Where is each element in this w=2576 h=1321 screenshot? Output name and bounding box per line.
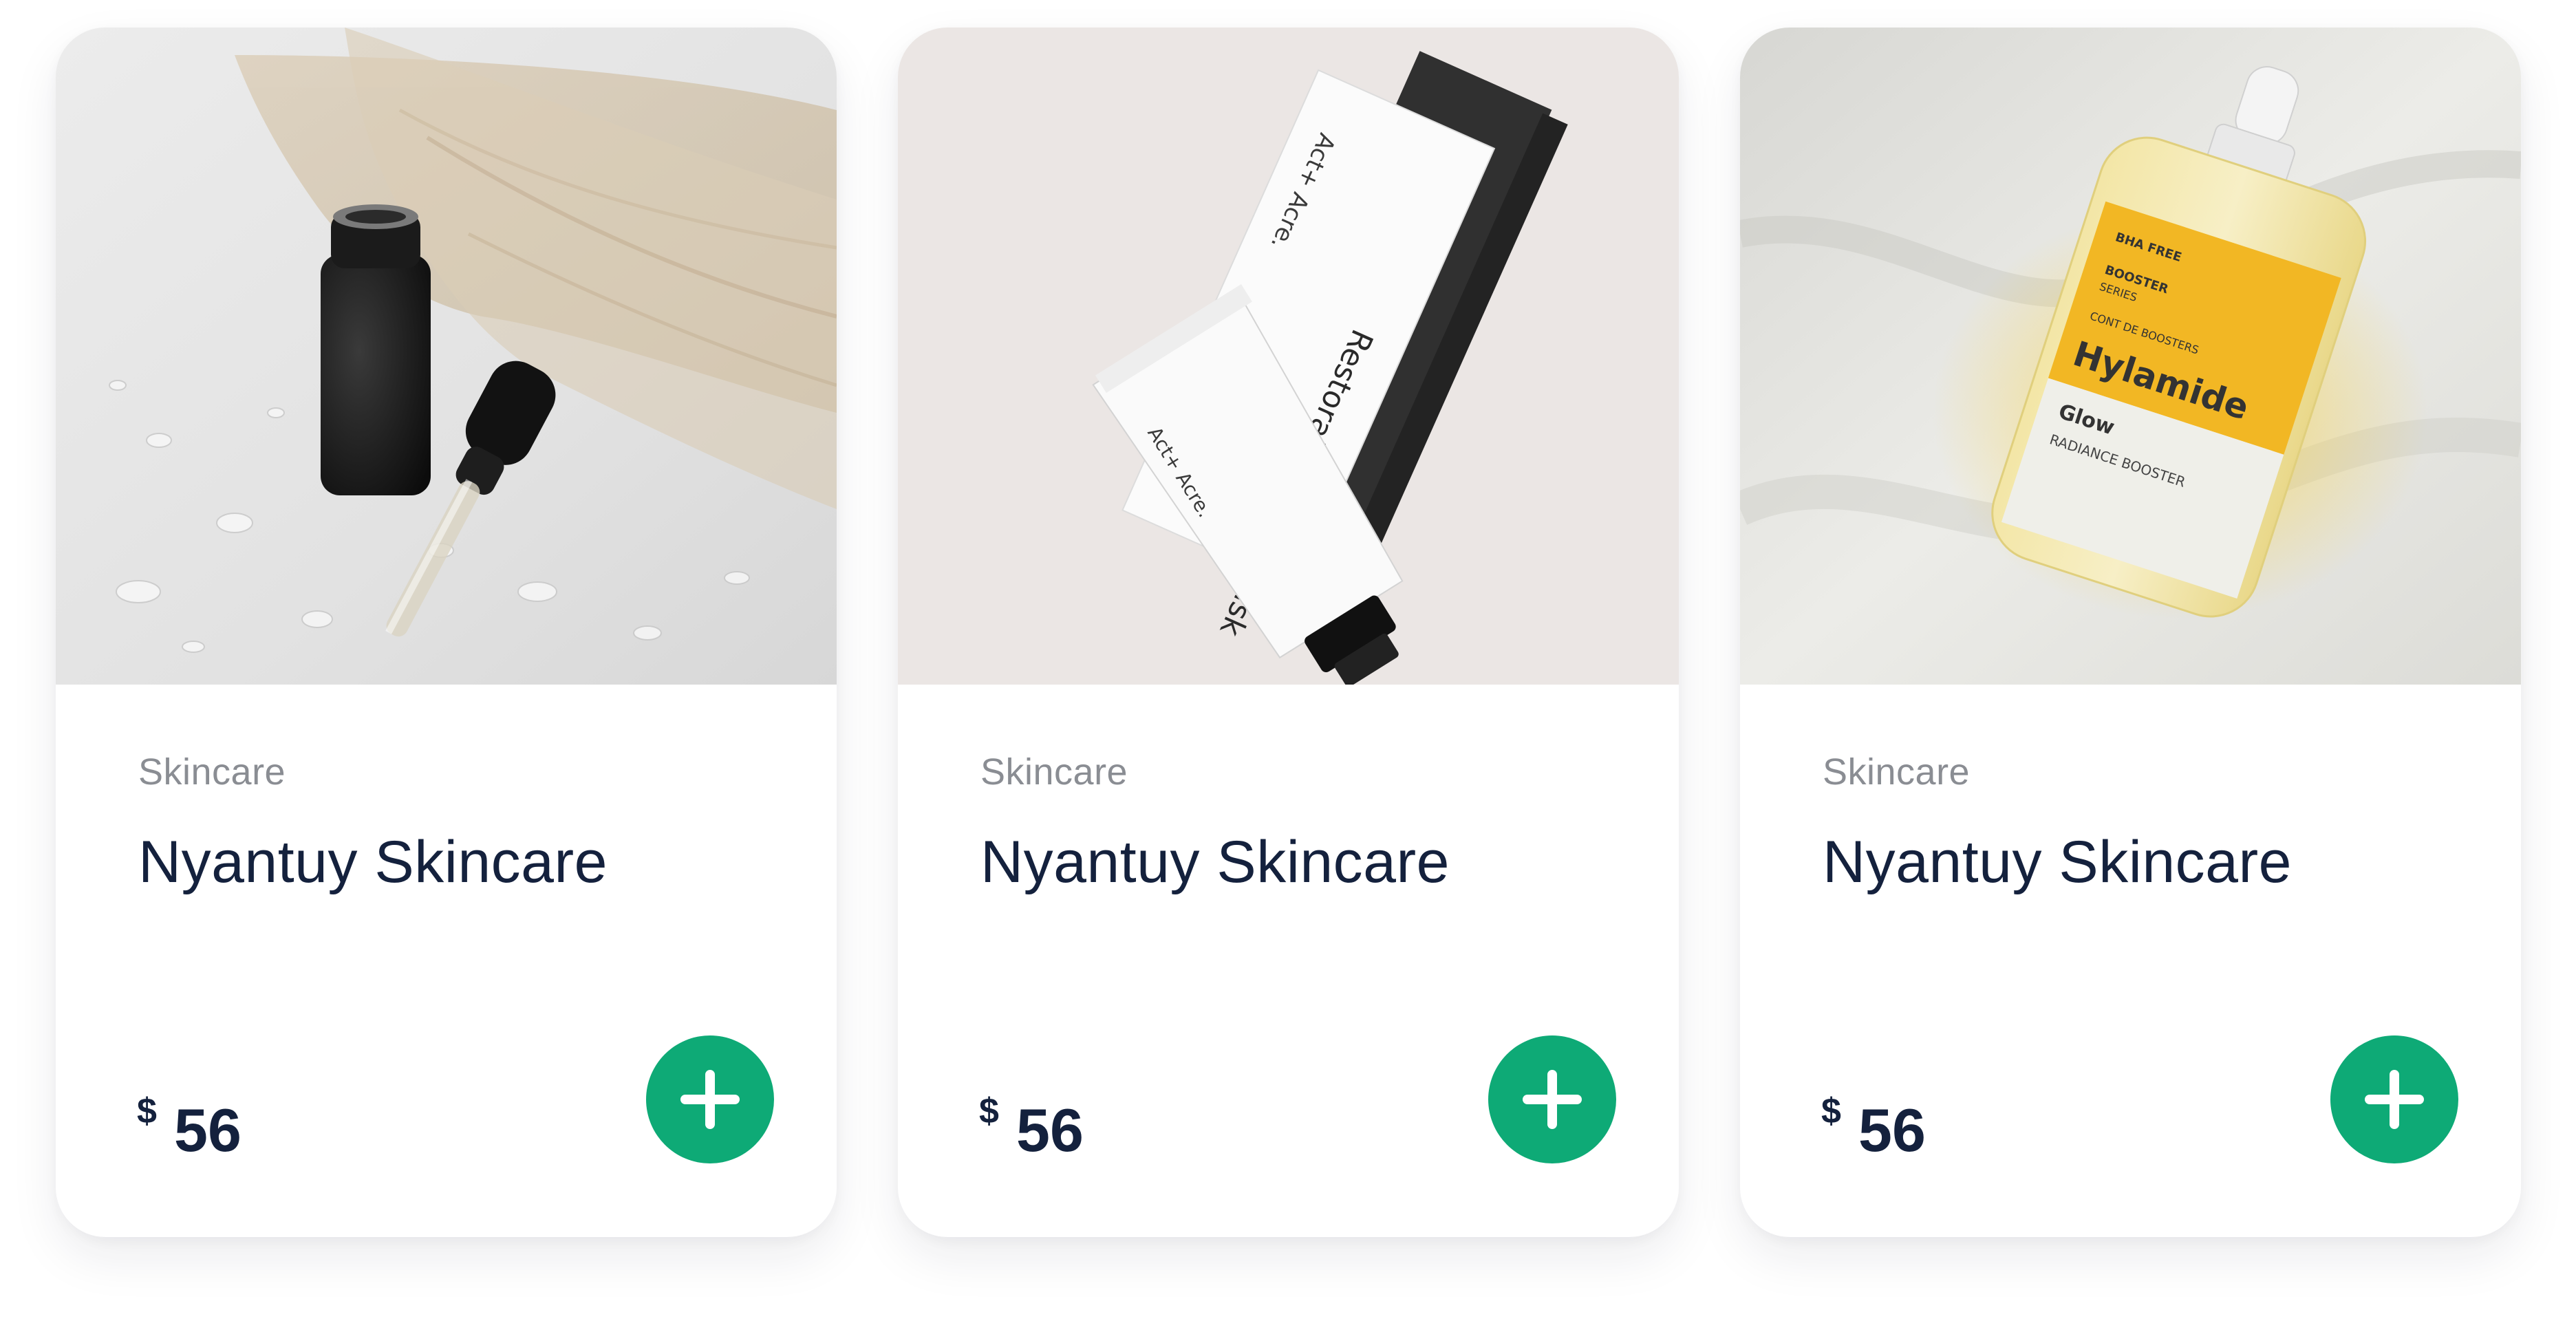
price-amount: 56 (1016, 1096, 1084, 1164)
hair-mask-image: Act+ Acre. Restorative Hair Mask Act+ Ac… (898, 28, 1679, 685)
product-name[interactable]: Nyantuy Skincare (138, 824, 608, 900)
product-image[interactable]: Act+ Acre. Restorative Hair Mask Act+ Ac… (898, 28, 1679, 685)
currency-symbol: $ (979, 1091, 999, 1131)
add-to-cart-button[interactable] (1488, 1035, 1616, 1163)
product-category: Skincare (980, 751, 1128, 793)
add-to-cart-button[interactable] (646, 1035, 774, 1163)
product-category: Skincare (1823, 751, 1971, 793)
price-amount: 56 (1858, 1096, 1926, 1164)
dropper-bottle-image (56, 28, 837, 685)
currency-symbol: $ (137, 1091, 157, 1131)
price-amount: 56 (174, 1096, 242, 1164)
product-name[interactable]: Nyantuy Skincare (1823, 824, 2292, 900)
currency-symbol: $ (1821, 1091, 1841, 1131)
serum-bottle-image: BHA FREE BOOSTER SERIES CONT DE BOOSTERS… (1740, 28, 2521, 685)
product-card[interactable]: Skincare Nyantuy Skincare $ 56 (56, 28, 837, 1237)
product-card[interactable]: Act+ Acre. Restorative Hair Mask Act+ Ac… (898, 28, 1679, 1237)
plus-icon (1523, 1070, 1582, 1129)
product-image[interactable] (56, 28, 837, 685)
product-card[interactable]: BHA FREE BOOSTER SERIES CONT DE BOOSTERS… (1740, 28, 2521, 1237)
plus-icon (680, 1070, 740, 1129)
plus-icon (2365, 1070, 2424, 1129)
product-name[interactable]: Nyantuy Skincare (980, 824, 1450, 900)
add-to-cart-button[interactable] (2330, 1035, 2458, 1163)
product-image[interactable]: BHA FREE BOOSTER SERIES CONT DE BOOSTERS… (1740, 28, 2521, 685)
product-category: Skincare (138, 751, 286, 793)
